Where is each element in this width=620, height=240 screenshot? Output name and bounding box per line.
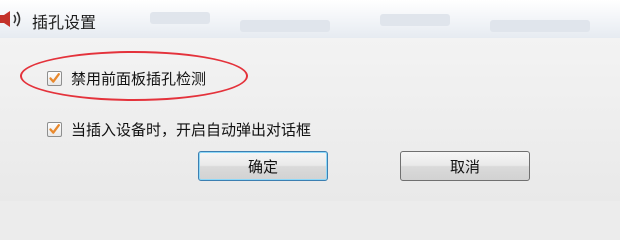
blurred-background [240,20,330,32]
checkbox-label: 禁用前面板插孔检测 [71,70,207,88]
blurred-background [150,12,210,24]
speaker-icon [0,10,26,28]
title-bar: 插孔设置 [0,0,620,38]
checkbox-label: 当插入设备时，开启自动弹出对话框 [71,121,312,139]
window-title: 插孔设置 [32,13,97,32]
auto-popup-dialog-checkbox[interactable]: 当插入设备时，开启自动弹出对话框 [47,119,311,140]
blurred-background [380,14,450,26]
checkmark-icon [49,73,60,83]
blurred-background [490,20,590,32]
ok-button[interactable]: 确定 [198,151,328,181]
checkbox-box[interactable] [47,122,62,137]
disable-front-panel-detection-checkbox[interactable]: 禁用前面板插孔检测 [47,68,206,89]
cancel-button[interactable]: 取消 [400,151,530,181]
checkbox-box[interactable] [47,71,62,86]
checkmark-icon [49,124,60,134]
